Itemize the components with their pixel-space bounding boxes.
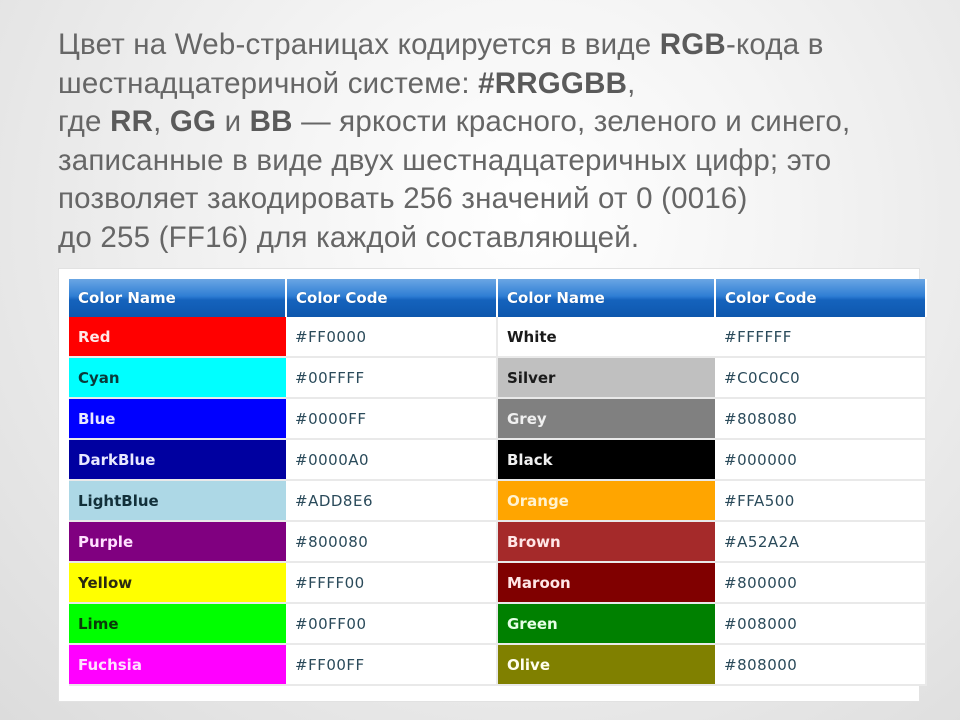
- color-name-cell: White: [497, 317, 715, 358]
- color-name-cell: Olive: [497, 644, 715, 686]
- color-name-cell: Red: [69, 317, 286, 358]
- color-code-cell: #0000FF: [286, 398, 498, 440]
- intro-line-6: до 255 (FF16) для каждой составляющей.: [58, 220, 640, 254]
- intro-line-1: Цвет на Web-страницах кодируется в виде …: [58, 28, 824, 61]
- intro-line-4: записанные в виде двух шестнадцатеричных…: [58, 143, 832, 177]
- table-header-row: Color Name Color Code Color Name Color C…: [69, 279, 927, 317]
- color-code-cell: #808080: [715, 398, 927, 440]
- color-code-cell: #000000: [715, 439, 927, 481]
- intro-line-3: где RR, GG и BB — яркости красного, зеле…: [58, 105, 851, 138]
- color-code-cell: #FF00FF: [286, 644, 498, 686]
- color-name-cell: Cyan: [69, 357, 286, 399]
- intro-line-2: шестнадцатеричной системе: #RRGGBB,: [58, 66, 636, 100]
- color-code-cell: #FFFF00: [286, 562, 498, 604]
- color-name-cell: Lime: [69, 603, 286, 645]
- table-row: Yellow #FFFF00 Maroon #800000: [69, 562, 927, 604]
- color-code-cell: #0000A0: [286, 439, 498, 481]
- color-code-cell: #800080: [286, 521, 498, 563]
- header-color-name-right: Color Name: [497, 279, 716, 317]
- color-code-cell: #ADD8E6: [286, 480, 498, 522]
- color-code-cell: #A52A2A: [715, 521, 927, 563]
- color-name-cell: DarkBlue: [69, 439, 286, 481]
- intro-line-5: позволяет закодировать 256 значений от 0…: [58, 182, 748, 215]
- intro-text: Цвет на Web-страницах кодируется в виде …: [58, 26, 948, 257]
- color-name-cell: Fuchsia: [69, 644, 286, 686]
- header-color-name-left: Color Name: [69, 279, 287, 317]
- color-name-cell: Black: [497, 439, 715, 481]
- color-table: Color Name Color Code Color Name Color C…: [69, 279, 927, 686]
- table-row: Fuchsia #FF00FF Olive #808000: [69, 644, 927, 686]
- color-name-cell: Brown: [497, 521, 715, 563]
- table-row: Red #FF0000 White #FFFFFF: [69, 317, 927, 358]
- color-code-cell: #C0C0C0: [715, 357, 927, 399]
- color-code-cell: #00FF00: [286, 603, 498, 645]
- color-name-cell: Grey: [497, 398, 715, 440]
- color-name-cell: Silver: [497, 357, 715, 399]
- table-row: Blue #0000FF Grey #808080: [69, 398, 927, 440]
- color-name-cell: Orange: [497, 480, 715, 522]
- table-row: Cyan #00FFFF Silver #C0C0C0: [69, 357, 927, 399]
- color-name-cell: Maroon: [497, 562, 715, 604]
- table-row: Purple #800080 Brown #A52A2A: [69, 521, 927, 563]
- table-row: Lime #00FF00 Green #008000: [69, 603, 927, 645]
- color-name-cell: Blue: [69, 398, 286, 440]
- header-color-code-right: Color Code: [715, 279, 927, 317]
- table-row: LightBlue #ADD8E6 Orange #FFA500: [69, 480, 927, 522]
- color-code-cell: #008000: [715, 603, 927, 645]
- color-name-cell: LightBlue: [69, 480, 286, 522]
- header-color-code-left: Color Code: [286, 279, 498, 317]
- color-code-cell: #FFFFFF: [715, 317, 927, 358]
- color-code-cell: #800000: [715, 562, 927, 604]
- color-code-cell: #808000: [715, 644, 927, 686]
- color-code-cell: #FFA500: [715, 480, 927, 522]
- table-row: DarkBlue #0000A0 Black #000000: [69, 439, 927, 481]
- color-name-cell: Green: [497, 603, 715, 645]
- color-name-cell: Yellow: [69, 562, 286, 604]
- color-code-cell: #FF0000: [286, 317, 498, 358]
- color-code-cell: #00FFFF: [286, 357, 498, 399]
- color-name-cell: Purple: [69, 521, 286, 563]
